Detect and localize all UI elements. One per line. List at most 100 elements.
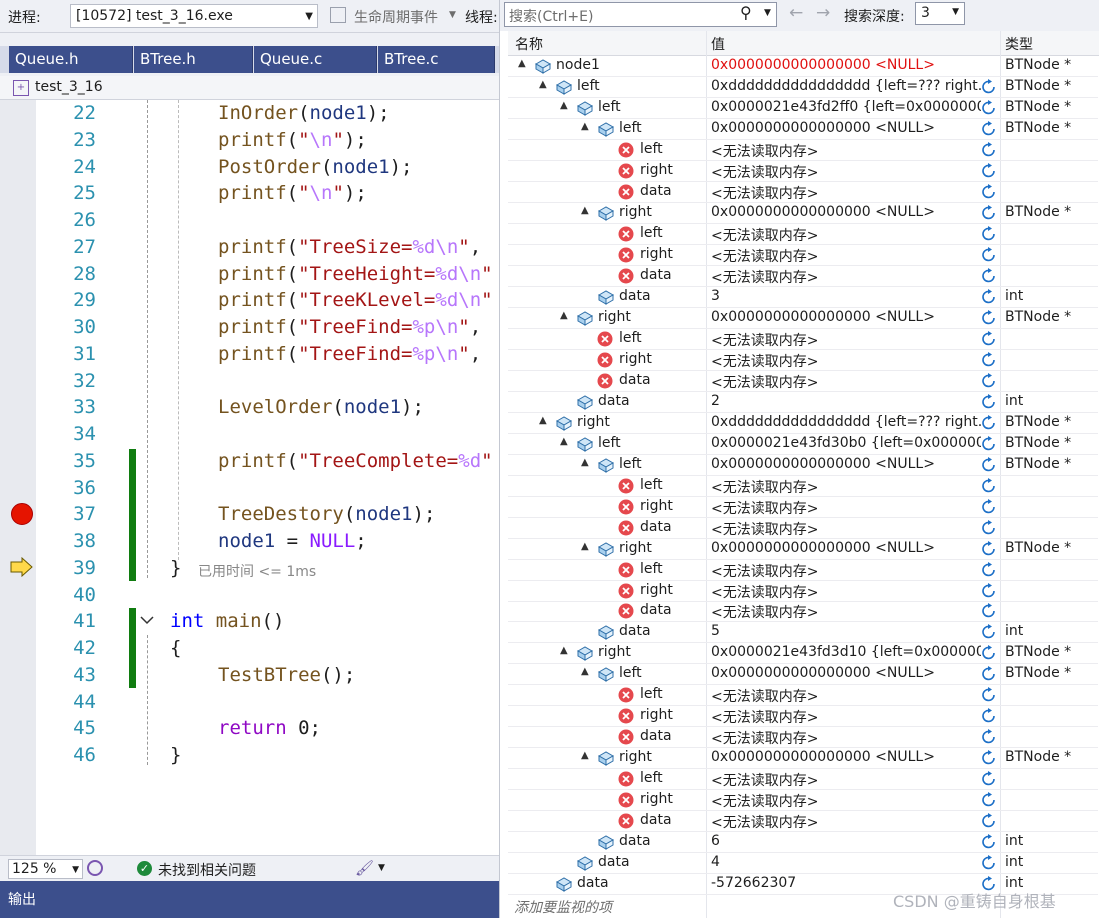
expand-toggle-icon[interactable]: ▲	[539, 415, 547, 426]
watch-value[interactable]: <无法读取内存>	[711, 561, 981, 581]
watch-row[interactable]: data 4 int	[508, 853, 1098, 875]
watch-value[interactable]: <无法读取内存>	[711, 183, 981, 203]
watch-value[interactable]: 0xdddddddddddddddd {left=??? right...	[711, 78, 981, 94]
code-line[interactable]: printf("\n");	[218, 182, 367, 204]
watch-value[interactable]: <无法读取内存>	[711, 141, 981, 161]
refresh-icon[interactable]	[980, 351, 998, 369]
refresh-icon[interactable]	[980, 435, 998, 453]
refresh-icon[interactable]	[980, 519, 998, 537]
watch-row[interactable]: right <无法读取内存>	[508, 790, 1098, 812]
watch-row[interactable]: ▲ left 0x0000021e43fd2ff0 {left=0x00000000…	[508, 98, 1098, 119]
lifecycle-events-button[interactable]: 生命周期事件	[354, 7, 438, 27]
watch-value[interactable]: 5	[711, 623, 981, 639]
refresh-icon[interactable]	[980, 372, 998, 390]
refresh-icon[interactable]	[980, 602, 998, 620]
watch-row[interactable]: right <无法读取内存>	[508, 497, 1098, 518]
watch-value[interactable]: <无法读取内存>	[711, 162, 981, 182]
watch-value[interactable]: <无法读取内存>	[711, 372, 981, 392]
col-type-header[interactable]: 类型	[1005, 34, 1033, 54]
code-line[interactable]: PostOrder(node1);	[218, 156, 413, 178]
refresh-icon[interactable]	[980, 498, 998, 516]
refresh-icon[interactable]	[980, 267, 998, 285]
watch-row[interactable]: data <无法读取内存>	[508, 518, 1098, 539]
watch-row[interactable]: right <无法读取内存>	[508, 350, 1098, 371]
refresh-icon[interactable]	[980, 644, 998, 662]
expand-toggle-icon[interactable]: ▲	[581, 457, 589, 468]
watch-value[interactable]: <无法读取内存>	[711, 791, 981, 811]
expand-toggle-icon[interactable]: ▲	[560, 310, 568, 321]
watch-row[interactable]: data <无法读取内存>	[508, 811, 1098, 833]
expand-toggle-icon[interactable]: ▲	[581, 750, 589, 761]
refresh-icon[interactable]	[980, 162, 998, 180]
code-line[interactable]: LevelOrder(node1);	[218, 396, 424, 418]
code-line[interactable]: printf("TreeSize=%d\n",	[218, 236, 481, 258]
expand-toggle-icon[interactable]: ▲	[560, 645, 568, 656]
refresh-icon[interactable]	[980, 99, 998, 117]
col-name-header[interactable]: 名称	[515, 34, 543, 54]
watch-value[interactable]: 0x0000000000000000 <NULL>	[711, 456, 981, 472]
code-line[interactable]: TestBTree();	[218, 664, 355, 686]
col-value-header[interactable]: 值	[711, 34, 725, 54]
refresh-icon[interactable]	[980, 791, 998, 809]
refresh-icon[interactable]	[980, 540, 998, 558]
watch-row[interactable]: ▲ left 0xdddddddddddddddd {left=??? right.…	[508, 77, 1098, 98]
watch-value[interactable]: 4	[711, 854, 981, 870]
code-line[interactable]: printf("TreeHeight=%d\n"	[218, 263, 493, 285]
watch-value[interactable]: <无法读取内存>	[711, 351, 981, 371]
watch-row[interactable]: ▲ right 0x0000000000000000 <NULL> BTNode *	[508, 308, 1098, 329]
watch-value[interactable]: <无法读取内存>	[711, 686, 981, 706]
refresh-icon[interactable]	[980, 582, 998, 600]
watch-value[interactable]: <无法读取内存>	[711, 812, 981, 832]
expand-toggle-icon[interactable]: ▲	[581, 205, 589, 216]
refresh-icon[interactable]	[980, 120, 998, 138]
code-line[interactable]: printf("TreeComplete=%d"	[218, 450, 493, 472]
watch-value[interactable]: <无法读取内存>	[711, 267, 981, 287]
watch-value[interactable]: 0x0000021e43fd2ff0 {left=0x00000000...	[711, 99, 981, 115]
code-line[interactable]: printf("TreeFind=%p\n",	[218, 343, 481, 365]
expand-toggle-icon[interactable]: ▲	[560, 436, 568, 447]
brush-icon[interactable]: 🖌	[355, 859, 374, 877]
refresh-icon[interactable]	[980, 623, 998, 641]
refresh-icon[interactable]	[980, 204, 998, 222]
watch-row[interactable]: left <无法读取内存>	[508, 769, 1098, 791]
watch-value[interactable]: <无法读取内存>	[711, 246, 981, 266]
refresh-icon[interactable]	[980, 141, 998, 159]
tab-btree-h[interactable]: BTree.h	[134, 46, 253, 73]
watch-value[interactable]: <无法读取内存>	[711, 519, 981, 539]
watch-row[interactable]: ▲ left 0x0000021e43fd30b0 {left=0x0000000.…	[508, 434, 1098, 455]
watch-value[interactable]: <无法读取内存>	[711, 477, 981, 497]
watch-row[interactable]: data <无法读取内存>	[508, 601, 1098, 623]
watch-search-input[interactable]: 搜索(Ctrl+E)	[504, 2, 777, 27]
search-icon[interactable]: ⚲	[740, 3, 752, 22]
refresh-icon[interactable]	[980, 183, 998, 201]
watch-value[interactable]: <无法读取内存>	[711, 770, 981, 790]
code-line[interactable]: InOrder(node1);	[218, 102, 390, 124]
watch-row[interactable]: ▲ right 0x0000000000000000 <NULL> BTNode *	[508, 539, 1098, 560]
code-line[interactable]: printf("TreeKLevel=%d\n"	[218, 289, 493, 311]
watch-row[interactable]: right <无法读取内存>	[508, 245, 1098, 266]
watch-value[interactable]: 0xdddddddddddddddd {left=??? right...	[711, 414, 981, 430]
watch-value[interactable]: <无法读取内存>	[711, 330, 981, 350]
watch-value[interactable]: 0x0000000000000000 <NULL>	[711, 204, 981, 220]
code-line[interactable]: return 0;	[218, 717, 321, 739]
collapse-chevron-icon[interactable]	[139, 614, 155, 626]
watch-row[interactable]: left <无法读取内存>	[508, 224, 1098, 245]
refresh-icon[interactable]	[980, 812, 998, 830]
tab-queue-h[interactable]: Queue.h	[9, 46, 133, 73]
code-line[interactable]: TreeDestory(node1);	[218, 503, 435, 525]
refresh-icon[interactable]	[980, 665, 998, 683]
watch-row[interactable]: data <无法读取内存>	[508, 182, 1098, 203]
refresh-icon[interactable]	[980, 78, 998, 96]
watch-value[interactable]: <无法读取内存>	[711, 602, 981, 622]
watch-row[interactable]: data 3 int	[508, 287, 1098, 308]
search-depth-select[interactable]: 3 ▼	[915, 2, 965, 25]
watch-row[interactable]: ▲ left 0x0000000000000000 <NULL> BTNode *	[508, 664, 1098, 686]
watch-row[interactable]: ▲ right 0x0000000000000000 <NULL> BTNode *	[508, 203, 1098, 224]
watch-row[interactable]: ▲ right 0xdddddddddddddddd {left=??? right…	[508, 413, 1098, 434]
refresh-icon[interactable]	[980, 749, 998, 767]
tab-btree-c[interactable]: BTree.c	[378, 46, 495, 73]
watch-value[interactable]: <无法读取内存>	[711, 582, 981, 602]
expand-toggle-icon[interactable]: ▲	[539, 79, 547, 90]
watch-value[interactable]: 0x0000000000000000 <NULL>	[711, 540, 981, 556]
refresh-icon[interactable]	[980, 246, 998, 264]
